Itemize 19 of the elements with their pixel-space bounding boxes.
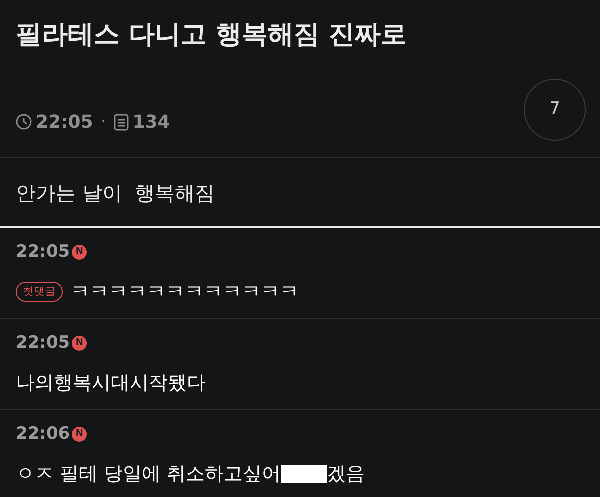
comment-count-button[interactable]: 7: [524, 79, 586, 141]
separator: ·: [101, 112, 106, 132]
first-comment-tag: 첫댓글: [16, 282, 63, 302]
post-time: 22:05: [36, 110, 94, 134]
new-badge: N: [72, 336, 88, 352]
comment-time: 22:05: [16, 332, 70, 355]
comment-text: ㅇㅈ 필테 당일에 취소하고싶어: [16, 462, 282, 486]
new-badge: N: [72, 245, 88, 260]
view-count: 134: [132, 110, 170, 134]
document-icon: [114, 114, 129, 130]
comment-text: ㅋㅋㅋㅋㅋㅋㅋㅋㅋㅋㅋㅋ: [71, 280, 299, 304]
comment-time: 22:06: [16, 423, 70, 446]
comment-text: 겠음: [327, 462, 366, 486]
clock-icon: [16, 114, 32, 130]
new-badge: N: [72, 427, 88, 442]
post-body: 안가는 날이 행복해짐: [16, 180, 216, 207]
comment-text: 나의행복시대시작됐다: [16, 370, 206, 396]
post-title: 필라테스 다니고 행복해짐 진짜로: [16, 19, 408, 52]
comment-time: 22:05: [16, 241, 70, 264]
